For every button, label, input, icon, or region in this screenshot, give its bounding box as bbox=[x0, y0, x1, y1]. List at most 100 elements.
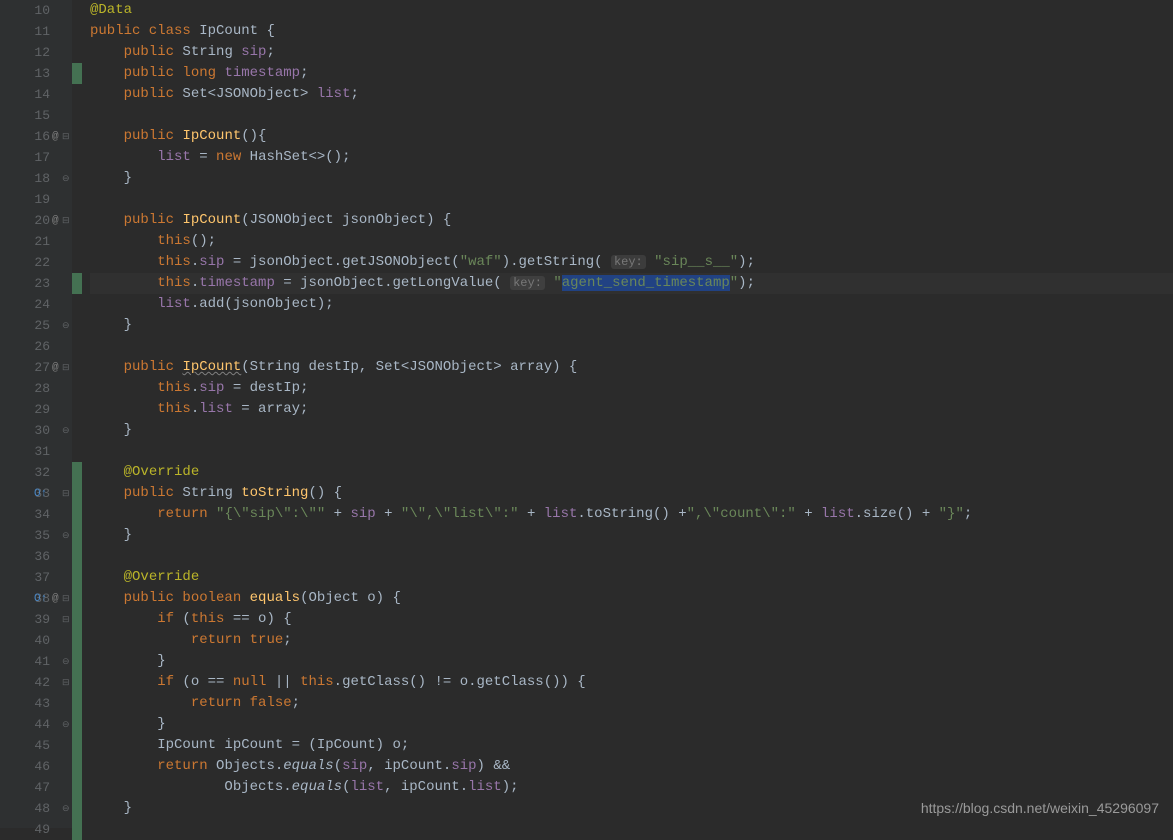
code-line[interactable]: public boolean equals(Object o) { bbox=[90, 588, 1173, 609]
line-number: 13 bbox=[34, 66, 50, 81]
code-line[interactable]: } bbox=[90, 168, 1173, 189]
code-line[interactable]: @Override bbox=[90, 567, 1173, 588]
gutter-row[interactable]: 21 bbox=[0, 231, 72, 252]
gutter-row[interactable]: 45 bbox=[0, 735, 72, 756]
line-number: 44 bbox=[34, 717, 50, 732]
gutter-row[interactable]: 22 bbox=[0, 252, 72, 273]
gutter-row[interactable]: 41⊖ bbox=[0, 651, 72, 672]
change-marker bbox=[72, 462, 82, 483]
gutter-row[interactable]: 20@⊟ bbox=[0, 210, 72, 231]
gutter-row[interactable]: 46 bbox=[0, 756, 72, 777]
code-line[interactable]: @Data bbox=[90, 0, 1173, 21]
code-line[interactable]: public long timestamp; bbox=[90, 63, 1173, 84]
gutter-row[interactable]: 32 bbox=[0, 462, 72, 483]
line-number: 40 bbox=[34, 633, 50, 648]
change-marker bbox=[72, 336, 82, 357]
code-line[interactable]: this.sip = destIp; bbox=[90, 378, 1173, 399]
gutter-row[interactable]: 48⊖ bbox=[0, 798, 72, 819]
gutter-row[interactable]: 19 bbox=[0, 189, 72, 210]
change-marker bbox=[72, 693, 82, 714]
gutter-row[interactable]: 33O↑⊟ bbox=[0, 483, 72, 504]
code-line[interactable]: this.list = array; bbox=[90, 399, 1173, 420]
gutter-row[interactable]: 38O↑@⊟ bbox=[0, 588, 72, 609]
line-number: 19 bbox=[34, 192, 50, 207]
code-line[interactable]: public Set<JSONObject> list; bbox=[90, 84, 1173, 105]
gutter-row[interactable]: 11 bbox=[0, 21, 72, 42]
code-line[interactable]: if (this == o) { bbox=[90, 609, 1173, 630]
gutter-row[interactable]: 24 bbox=[0, 294, 72, 315]
code-line[interactable] bbox=[90, 189, 1173, 210]
code-line[interactable]: } bbox=[90, 420, 1173, 441]
gutter-row[interactable]: 35⊖ bbox=[0, 525, 72, 546]
code-line[interactable]: list.add(jsonObject); bbox=[90, 294, 1173, 315]
code-line[interactable]: this.timestamp = jsonObject.getLongValue… bbox=[90, 273, 1173, 294]
code-line[interactable]: @Override bbox=[90, 462, 1173, 483]
code-line[interactable]: public String sip; bbox=[90, 42, 1173, 63]
gutter-row[interactable]: 13 bbox=[0, 63, 72, 84]
change-marker bbox=[72, 231, 82, 252]
line-number: 49 bbox=[34, 822, 50, 837]
gutter-row[interactable]: 30⊖ bbox=[0, 420, 72, 441]
line-number: 35 bbox=[34, 528, 50, 543]
code-line[interactable]: Objects.equals(list, ipCount.list); bbox=[90, 777, 1173, 798]
code-line[interactable] bbox=[90, 441, 1173, 462]
gutter-row[interactable]: 37 bbox=[0, 567, 72, 588]
gutter-row[interactable]: 43 bbox=[0, 693, 72, 714]
line-number: 28 bbox=[34, 381, 50, 396]
gutter-row[interactable]: 27@⊟ bbox=[0, 357, 72, 378]
gutter-row[interactable]: 49 bbox=[0, 819, 72, 840]
change-marker bbox=[72, 399, 82, 420]
code-line[interactable]: IpCount ipCount = (IpCount) o; bbox=[90, 735, 1173, 756]
code-line[interactable]: } bbox=[90, 714, 1173, 735]
code-line[interactable]: public IpCount(String destIp, Set<JSONOb… bbox=[90, 357, 1173, 378]
code-line[interactable]: } bbox=[90, 525, 1173, 546]
code-line[interactable]: return true; bbox=[90, 630, 1173, 651]
gutter-row[interactable]: 31 bbox=[0, 441, 72, 462]
code-line[interactable] bbox=[90, 105, 1173, 126]
code-line[interactable]: public IpCount(JSONObject jsonObject) { bbox=[90, 210, 1173, 231]
code-line[interactable]: if (o == null || this.getClass() != o.ge… bbox=[90, 672, 1173, 693]
gutter-row[interactable]: 15 bbox=[0, 105, 72, 126]
gutter-row[interactable]: 47 bbox=[0, 777, 72, 798]
gutter-row[interactable]: 18⊖ bbox=[0, 168, 72, 189]
change-marker bbox=[72, 42, 82, 63]
gutter-row[interactable]: 44⊖ bbox=[0, 714, 72, 735]
code-line[interactable]: return "{\"sip\":\"" + sip + "\",\"list\… bbox=[90, 504, 1173, 525]
change-marker bbox=[72, 0, 82, 21]
gutter-row[interactable]: 34 bbox=[0, 504, 72, 525]
change-marker bbox=[72, 630, 82, 651]
gutter-row[interactable]: 40 bbox=[0, 630, 72, 651]
gutter-row[interactable]: 10 bbox=[0, 0, 72, 21]
code-line[interactable] bbox=[90, 819, 1173, 840]
gutter-row[interactable]: 36 bbox=[0, 546, 72, 567]
code-line[interactable]: return Objects.equals(sip, ipCount.sip) … bbox=[90, 756, 1173, 777]
change-marker-strip bbox=[72, 0, 82, 828]
gutter-row[interactable]: 12 bbox=[0, 42, 72, 63]
gutter-row[interactable]: 39⊟ bbox=[0, 609, 72, 630]
gutter-row[interactable]: 14 bbox=[0, 84, 72, 105]
gutter-row[interactable]: 26 bbox=[0, 336, 72, 357]
gutter-row[interactable]: 17 bbox=[0, 147, 72, 168]
code-line[interactable]: this(); bbox=[90, 231, 1173, 252]
code-line[interactable]: return false; bbox=[90, 693, 1173, 714]
gutter-row[interactable]: 23 bbox=[0, 273, 72, 294]
code-line[interactable] bbox=[90, 546, 1173, 567]
code-line[interactable]: public class IpCount { bbox=[90, 21, 1173, 42]
code-line[interactable]: } bbox=[90, 315, 1173, 336]
code-line[interactable]: this.sip = jsonObject.getJSONObject("waf… bbox=[90, 252, 1173, 273]
code-area[interactable]: @Datapublic class IpCount { public Strin… bbox=[82, 0, 1173, 828]
code-line[interactable]: public IpCount(){ bbox=[90, 126, 1173, 147]
code-line[interactable]: public String toString() { bbox=[90, 483, 1173, 504]
change-marker bbox=[72, 609, 82, 630]
code-line[interactable]: list = new HashSet<>(); bbox=[90, 147, 1173, 168]
change-marker bbox=[72, 777, 82, 798]
code-line[interactable]: } bbox=[90, 651, 1173, 672]
code-editor[interactable]: 101112 13 141516@⊟1718⊖ 19 20@⊟2122232425⊖26… bbox=[0, 0, 1173, 828]
code-line[interactable] bbox=[90, 336, 1173, 357]
gutter-row[interactable]: 42⊟ bbox=[0, 672, 72, 693]
gutter-row[interactable]: 28 bbox=[0, 378, 72, 399]
gutter-row[interactable]: 25⊖ bbox=[0, 315, 72, 336]
gutter-row[interactable]: 16@⊟ bbox=[0, 126, 72, 147]
line-number: 46 bbox=[34, 759, 50, 774]
gutter-row[interactable]: 29 bbox=[0, 399, 72, 420]
